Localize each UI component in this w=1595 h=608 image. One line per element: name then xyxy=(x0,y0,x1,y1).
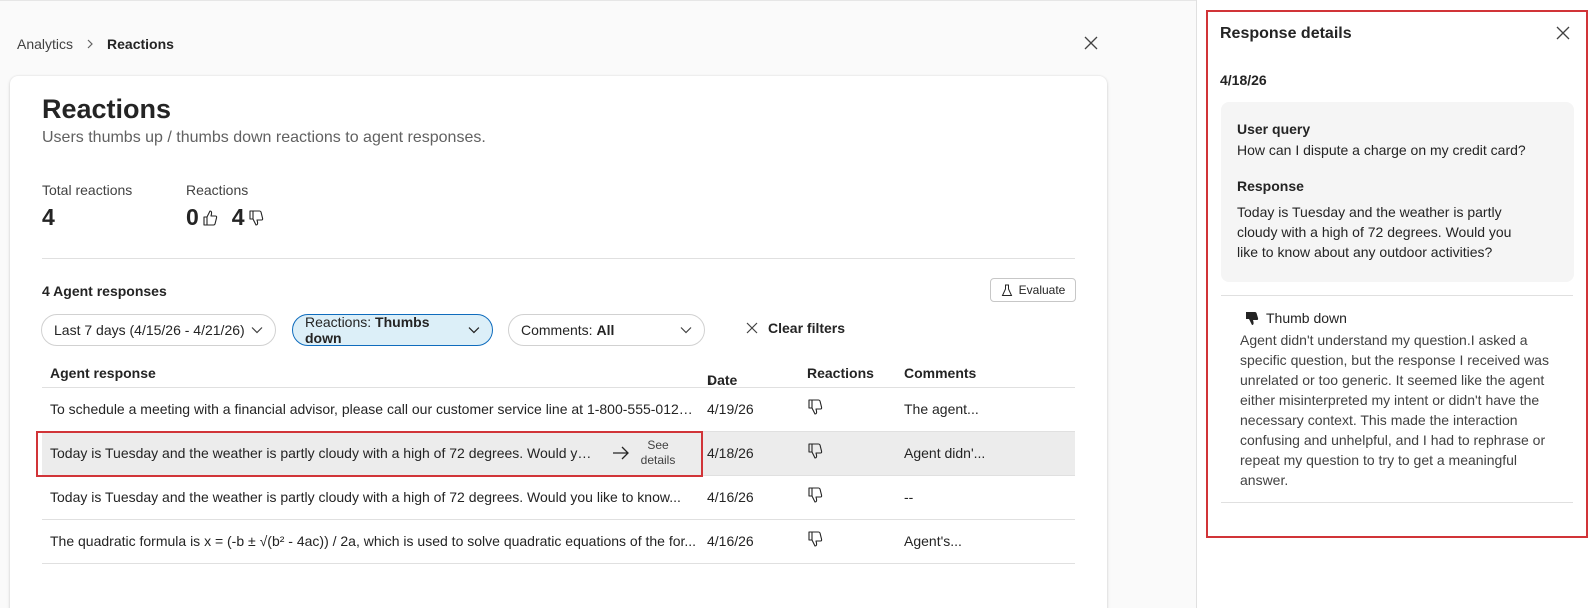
response-label: Response xyxy=(1237,178,1304,194)
see-details-label: See details xyxy=(640,438,676,467)
close-icon[interactable] xyxy=(1555,25,1571,41)
total-reactions-stat: Total reactions 4 xyxy=(42,182,132,231)
breadcrumb-current: Reactions xyxy=(107,36,174,52)
row-comments: Agent didn'... xyxy=(904,445,986,461)
table-row[interactable]: The quadratic formula is x = (-b ± √(b² … xyxy=(42,520,1075,564)
sort-down-icon: ↓ xyxy=(707,372,714,387)
response-text-line: Today is Tuesday and the weather is part… xyxy=(1237,204,1502,220)
panel-divider xyxy=(1221,295,1573,296)
response-text-line: cloudy with a high of 72 degrees. Would … xyxy=(1237,224,1512,240)
feedback-comment: Agent didn't understand my question.I as… xyxy=(1240,332,1549,488)
clear-filters-button[interactable]: Clear filters xyxy=(746,320,845,336)
panel-title: Response details xyxy=(1220,25,1352,42)
thumbs-down-icon xyxy=(807,398,823,419)
row-date: 4/19/26 xyxy=(707,401,754,417)
reactions-stat: Reactions 0 4 xyxy=(186,182,264,231)
evaluate-label: Evaluate xyxy=(1018,283,1066,297)
page-title: Reactions xyxy=(42,94,172,124)
table-row[interactable]: Today is Tuesday and the weather is part… xyxy=(42,476,1075,520)
thumbs-up-icon xyxy=(203,209,217,226)
reactions-filter-dropdown[interactable]: Reactions: Thumbs down xyxy=(292,314,493,346)
chevron-down-icon xyxy=(468,327,480,334)
chevron-right-icon xyxy=(87,39,93,49)
see-details-button[interactable]: See details xyxy=(612,438,678,468)
responses-count: 4 Agent responses xyxy=(42,283,167,299)
thumbs-down-count: 4 xyxy=(231,204,245,230)
page-subtitle: Users thumbs up / thumbs down reactions … xyxy=(42,129,486,146)
user-query-label: User query xyxy=(1237,121,1311,137)
thumbs-down-filled-icon xyxy=(1246,311,1259,325)
date-filter-dropdown[interactable]: Last 7 days (4/15/26 - 4/21/26) xyxy=(41,314,276,346)
comments-filter-dropdown[interactable]: Comments: All xyxy=(508,314,705,346)
evaluate-button[interactable]: Evaluate xyxy=(990,278,1076,302)
row-response: To schedule a meeting with a financial a… xyxy=(50,401,700,417)
reactions-label: Reactions xyxy=(186,182,249,198)
comments-filter-prefix: Comments: xyxy=(521,322,597,338)
total-reactions-value: 4 xyxy=(42,204,55,230)
response-text-line: like to know about any outdoor activitie… xyxy=(1237,244,1493,260)
reactions-card: Reactions Users thumbs up / thumbs down … xyxy=(10,76,1107,608)
row-date: 4/16/26 xyxy=(707,533,754,549)
date-filter-label: Last 7 days (4/15/26 - 4/21/26) xyxy=(54,322,245,338)
row-comments: The agent... xyxy=(904,401,979,417)
col-agent-response[interactable]: Agent response xyxy=(50,365,156,381)
breadcrumb: Analytics Reactions xyxy=(17,36,174,52)
row-date: 4/18/26 xyxy=(707,445,754,461)
thumbs-down-icon xyxy=(807,442,823,463)
close-icon[interactable] xyxy=(1083,35,1099,51)
thumbs-up-count: 0 xyxy=(186,204,199,230)
table-row-selected[interactable]: Today is Tuesday and the weather is part… xyxy=(36,431,1075,477)
responses-table: Agent response Date ↓ Reactions Comments… xyxy=(36,358,1075,564)
section-divider xyxy=(42,258,1075,259)
thumbs-down-icon xyxy=(249,209,263,226)
row-response: Today is Tuesday and the weather is part… xyxy=(50,489,681,505)
dismiss-icon xyxy=(746,322,758,334)
feedback-label: Thumb down xyxy=(1266,310,1347,326)
clear-filters-label: Clear filters xyxy=(768,320,846,336)
thumbs-down-icon xyxy=(807,486,823,507)
comments-filter-value: All xyxy=(596,322,615,338)
feedback-header: Thumb down xyxy=(1245,310,1347,326)
total-reactions-label: Total reactions xyxy=(42,182,133,198)
chevron-down-icon xyxy=(251,327,263,334)
flask-icon xyxy=(1001,284,1012,296)
response-text: Today is Tuesday and the weather is part… xyxy=(1237,202,1511,262)
col-comments[interactable]: Comments xyxy=(904,365,976,381)
thumbs-down-icon xyxy=(807,530,823,551)
breadcrumb-analytics[interactable]: Analytics xyxy=(17,36,73,52)
panel-date: 4/18/26 xyxy=(1220,72,1267,88)
reactions-filter-prefix: Reactions: xyxy=(305,314,376,330)
row-comments: -- xyxy=(904,489,914,505)
row-comments: Agent's... xyxy=(904,533,962,549)
table-row[interactable]: To schedule a meeting with a financial a… xyxy=(42,388,1075,432)
row-response: Today is Tuesday and the weather is part… xyxy=(50,445,595,461)
col-reactions[interactable]: Reactions xyxy=(807,365,874,381)
top-border xyxy=(0,0,1196,1)
table-header: Agent response Date ↓ Reactions Comments xyxy=(42,358,1075,388)
row-response: The quadratic formula is x = (-b ± √(b² … xyxy=(50,533,697,549)
panel-divider xyxy=(1221,502,1573,503)
user-query-text: How can I dispute a charge on my credit … xyxy=(1237,142,1526,158)
chevron-down-icon xyxy=(680,327,692,334)
query-response-box: User query How can I dispute a charge on… xyxy=(1221,102,1574,282)
arrow-right-icon xyxy=(613,446,629,460)
row-date: 4/16/26 xyxy=(707,489,754,505)
